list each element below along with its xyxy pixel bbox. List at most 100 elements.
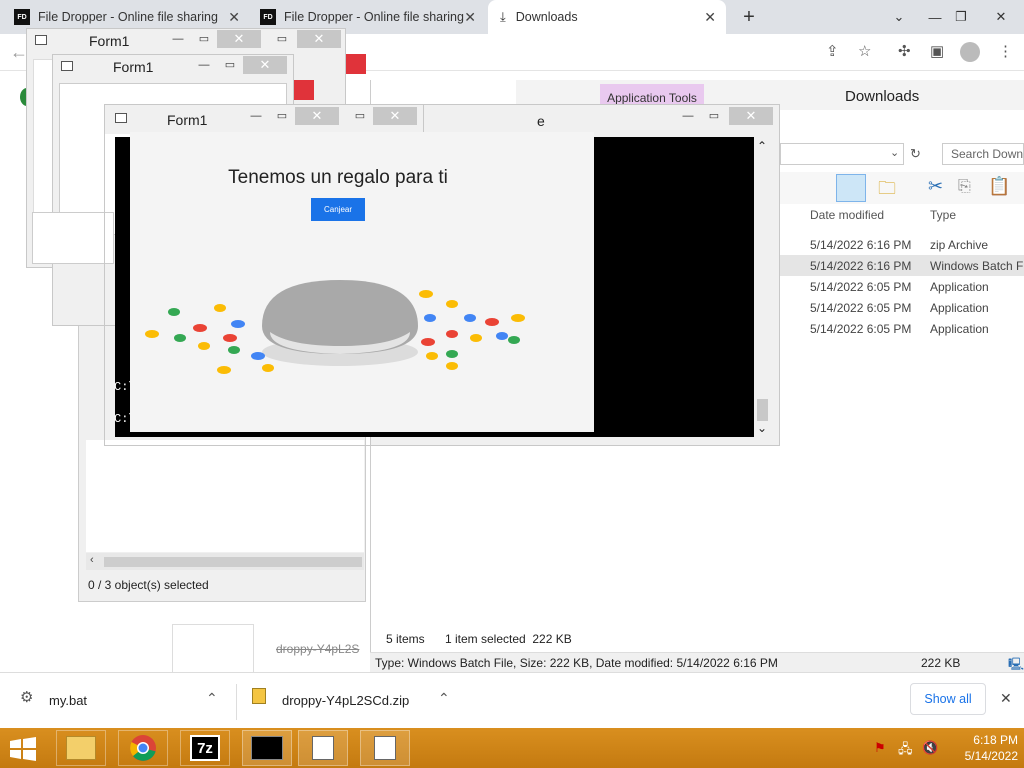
volume-muted-icon[interactable]: 🔇 xyxy=(922,740,938,756)
search-input[interactable]: Search Downl xyxy=(942,143,1024,165)
window-icon xyxy=(312,736,334,760)
file-link[interactable]: droppy-Y4pL2S xyxy=(276,642,364,656)
explorer-title: Downloads xyxy=(845,88,920,105)
tab-close-icon[interactable]: ✕ xyxy=(704,9,716,26)
profile-avatar-icon[interactable] xyxy=(960,42,980,62)
download-item-my-bat[interactable]: ⚙ my.bat ⌃ xyxy=(14,684,236,716)
minimize-button[interactable]: — xyxy=(247,109,265,125)
row-date[interactable]: 5/14/2022 6:05 PM xyxy=(810,301,911,315)
row-type[interactable]: zip Archive xyxy=(930,238,988,252)
gift-ad-panel[interactable]: Tenemos un regalo para ti Canjear xyxy=(130,132,594,432)
batch-file-icon: ⚙ xyxy=(20,689,34,706)
copy-icon[interactable]: ⎘ xyxy=(958,178,971,196)
console-scrollbar[interactable] xyxy=(754,137,771,437)
download-filename: my.bat xyxy=(49,693,88,708)
show-all-button[interactable]: Show all xyxy=(910,683,986,715)
tab-downloads[interactable]: ⤓ Downloads ✕ xyxy=(488,0,726,34)
action-center-flag-icon[interactable]: ⚑ xyxy=(874,740,886,756)
red-block xyxy=(346,54,366,74)
close-button[interactable]: ✕ xyxy=(217,30,261,48)
minimize-button[interactable]: — xyxy=(679,109,697,125)
left-status-text: 0 / 3 object(s) selected xyxy=(88,578,209,592)
seven-zip-icon: 7z xyxy=(190,735,220,761)
maximize-button[interactable]: ▭ xyxy=(351,109,369,125)
scroll-left-icon[interactable]: ‹ xyxy=(90,554,94,566)
folder-options-icon[interactable]: 🗀 xyxy=(878,176,896,206)
folder-icon xyxy=(66,736,96,760)
close-button[interactable]: ✕ xyxy=(295,107,339,125)
seven-zip-taskbar-button[interactable]: 7z xyxy=(180,730,230,766)
close-button[interactable]: ✕ xyxy=(729,107,773,125)
clock-time: 6:18 PM xyxy=(973,733,1018,747)
maximize-button[interactable]: ▭ xyxy=(705,109,723,125)
download-item-droppy-zip[interactable]: droppy-Y4pL2SCd.zip ⌃ xyxy=(246,684,468,716)
filedropper-favicon: FD xyxy=(260,9,276,25)
file-explorer-taskbar-button[interactable] xyxy=(56,730,106,766)
start-button[interactable] xyxy=(8,736,38,762)
scrollbar-thumb[interactable] xyxy=(104,557,362,567)
divider xyxy=(236,684,237,720)
form-icon xyxy=(35,35,47,45)
folder-taskbar-button[interactable] xyxy=(360,730,410,766)
chevron-up-icon[interactable]: ⌃ xyxy=(206,690,218,707)
maximize-button[interactable]: ▭ xyxy=(195,32,213,48)
clock[interactable]: 6:18 PM 5/14/2022 xyxy=(940,733,1018,763)
new-tab-button[interactable]: + xyxy=(732,0,766,34)
side-panel-icon[interactable]: ▣ xyxy=(930,42,944,60)
tab-search-button[interactable]: ⌄ xyxy=(882,0,916,34)
address-bar[interactable] xyxy=(780,143,904,165)
row-type[interactable]: Windows Batch Fi xyxy=(930,259,1024,273)
left-window-content xyxy=(86,440,364,552)
close-button[interactable]: ✕ xyxy=(243,56,287,74)
form1-titlebar: Form1 — ▭ ✕ ▭ ✕ xyxy=(27,29,345,53)
row-date[interactable]: 5/14/2022 6:16 PM xyxy=(810,238,911,252)
minimize-button[interactable]: — xyxy=(169,32,187,48)
row-date[interactable]: 5/14/2022 6:05 PM xyxy=(810,280,911,294)
column-header-date[interactable]: Date modified xyxy=(810,208,884,222)
paste-icon[interactable]: 📋 xyxy=(988,176,1010,197)
chrome-taskbar-button[interactable] xyxy=(118,730,168,766)
network-icon[interactable]: 🖧 xyxy=(898,740,913,762)
maximize-button[interactable]: ▭ xyxy=(273,109,291,125)
scroll-up-icon[interactable]: ⌃ xyxy=(757,139,767,153)
star-icon[interactable]: ☆ xyxy=(858,42,871,60)
redeem-button[interactable]: Canjear xyxy=(311,198,365,221)
cmd-taskbar-button[interactable] xyxy=(242,730,292,766)
cut-icon[interactable]: ✂ xyxy=(928,176,943,197)
row-date[interactable]: 5/14/2022 6:05 PM xyxy=(810,322,911,336)
close-window-button[interactable]: ✕ xyxy=(984,0,1018,34)
menu-kebab-icon[interactable]: ⋮ xyxy=(998,42,1013,60)
row-date[interactable]: 5/14/2022 6:16 PM xyxy=(810,259,911,273)
extensions-icon[interactable]: ✣ xyxy=(898,42,911,60)
form-panel xyxy=(32,212,114,264)
tab-close-icon[interactable]: ✕ xyxy=(228,9,240,26)
row-type[interactable]: Application xyxy=(930,280,989,294)
close-button[interactable]: ✕ xyxy=(297,30,341,48)
layout-pane-icon[interactable] xyxy=(836,174,866,202)
form-icon xyxy=(115,113,127,123)
share-icon[interactable]: ⇪ xyxy=(826,42,839,60)
filedropper-favicon: FD xyxy=(14,9,30,25)
close-downloads-bar-icon[interactable]: ✕ xyxy=(1000,690,1012,707)
form1-titlebar: Form1 — ▭ ✕ xyxy=(53,55,293,79)
chevron-down-icon[interactable]: ⌄ xyxy=(890,146,899,159)
minimize-button[interactable]: — xyxy=(195,58,213,74)
column-header-type[interactable]: Type xyxy=(930,208,956,222)
console-title: e xyxy=(537,113,545,129)
refresh-icon[interactable]: ↻ xyxy=(910,146,921,162)
folder-taskbar-button[interactable] xyxy=(298,730,348,766)
console-icon xyxy=(251,736,283,760)
scrollbar-thumb[interactable] xyxy=(757,399,768,421)
maximize-button[interactable]: ❐ xyxy=(944,0,978,34)
maximize-button[interactable]: ▭ xyxy=(221,58,239,74)
chevron-up-icon[interactable]: ⌃ xyxy=(438,690,450,707)
row-type[interactable]: Application xyxy=(930,301,989,315)
row-type[interactable]: Application xyxy=(930,322,989,336)
status-item-count: 5 items xyxy=(386,632,425,646)
close-button[interactable]: ✕ xyxy=(373,107,417,125)
maximize-button[interactable]: ▭ xyxy=(273,32,291,48)
form-title: Form1 xyxy=(167,112,208,128)
scroll-down-icon[interactable]: ⌄ xyxy=(757,421,767,435)
clock-date: 5/14/2022 xyxy=(964,749,1018,763)
tab-close-icon[interactable]: ✕ xyxy=(464,9,476,26)
